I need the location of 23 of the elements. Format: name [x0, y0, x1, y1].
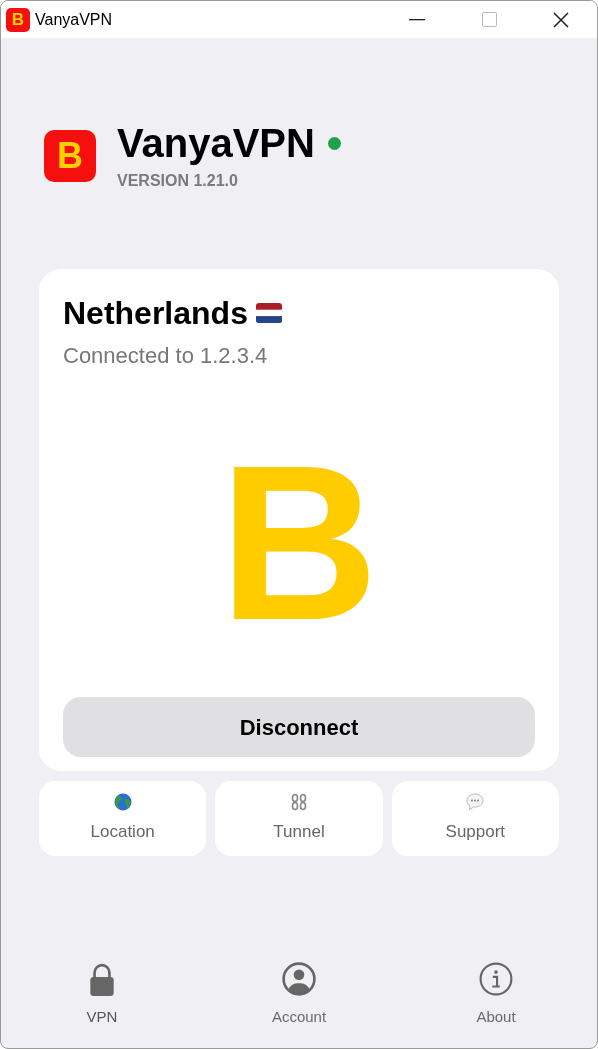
info-icon: [479, 961, 513, 996]
app-logo: B: [6, 7, 30, 32]
app-name: VanyaVPN: [117, 120, 315, 167]
nav-tab[interactable]: About: [461, 961, 531, 1028]
menu-tile[interactable]: Location: [39, 781, 207, 856]
connection-status: Connected to 1.2.3.4: [63, 342, 269, 370]
minimize-icon[interactable]: [409, 18, 425, 21]
flag-icon: [255, 303, 282, 323]
disconnect-button[interactable]: Disconnect: [63, 697, 535, 757]
app-logo: B: [44, 130, 96, 182]
close-icon[interactable]: [553, 11, 569, 28]
chain-icon: [290, 792, 308, 811]
brand-logo: B: [219, 432, 379, 653]
nav-tab[interactable]: Account: [264, 961, 334, 1028]
globe-icon: [113, 792, 132, 811]
country-name: Netherlands: [63, 294, 248, 333]
version-label: VERSION 1.21.0: [117, 171, 239, 191]
window-title: VanyaVPN: [35, 9, 113, 30]
menu-tile[interactable]: Tunnel: [215, 781, 383, 856]
nav-tab[interactable]: VPN: [67, 961, 137, 1028]
speech-bubble-icon: [466, 792, 485, 811]
account-icon: [282, 961, 316, 996]
menu-tile[interactable]: Support: [391, 781, 559, 856]
